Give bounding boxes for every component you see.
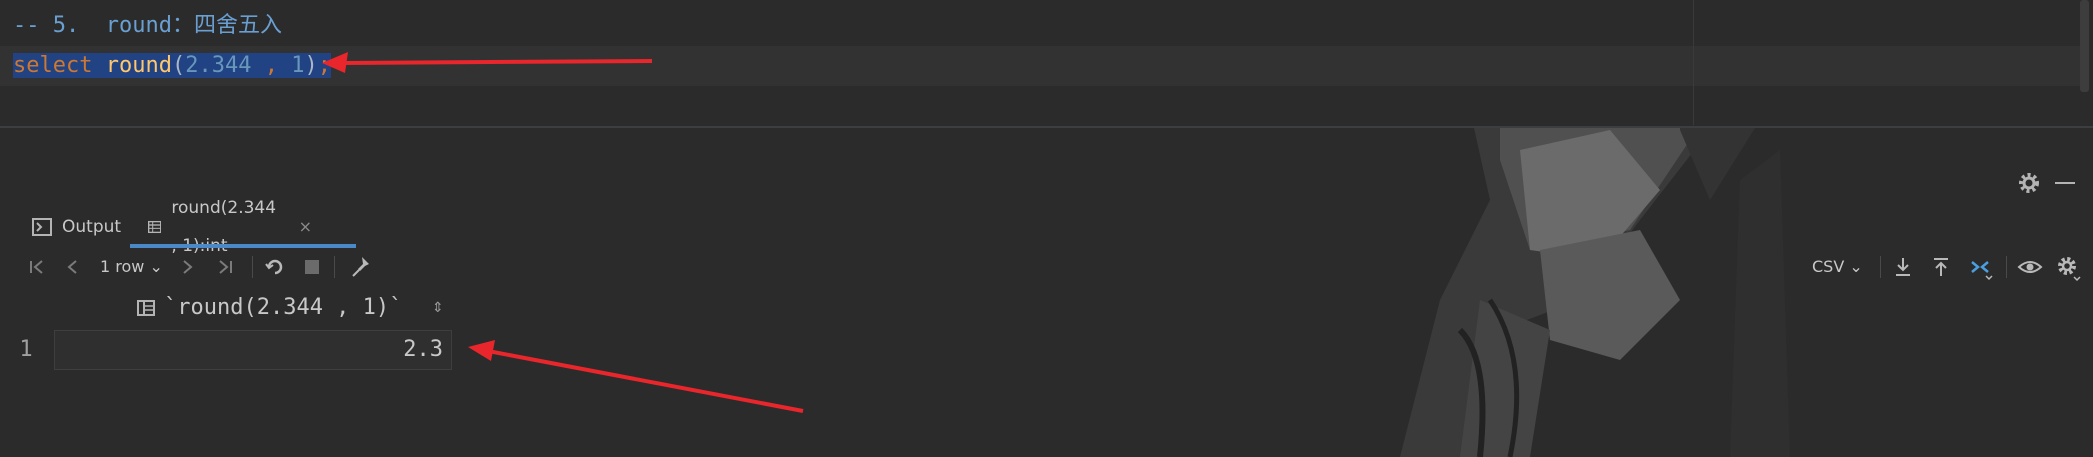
chevron-down-icon: ⌄ [149, 257, 163, 276]
gear-icon[interactable] [2054, 250, 2082, 284]
semicolon: ; [317, 53, 331, 78]
selected-statement[interactable]: select round(2.344 , 1); [13, 53, 331, 78]
tab-output-label: Output [62, 217, 122, 237]
gear-icon[interactable] [2017, 171, 2041, 195]
editor-line-1[interactable]: -- 5. round：四舍五入 [13, 6, 282, 46]
toolbar-separator [2006, 256, 2007, 278]
editor-line-2[interactable]: select round(2.344 , 1); [13, 46, 331, 86]
editor-scrollbar[interactable] [2080, 0, 2089, 92]
export-format-label: CSV [1812, 257, 1845, 276]
close-icon[interactable]: × [299, 208, 312, 246]
sort-icon[interactable]: ⇕ [432, 288, 444, 328]
column-header-label: `round(2.344 , 1)` [164, 295, 403, 320]
sql-editor[interactable]: -- 5. round：四舍五入 select round(2.344 , 1)… [0, 0, 2093, 128]
right-margin-guide [1693, 0, 1694, 125]
arrowhead-2 [468, 340, 495, 361]
column-header[interactable]: `round(2.344 , 1)` ⇕ [54, 288, 452, 328]
column-icon [137, 300, 155, 316]
services-panel-header [0, 165, 2093, 201]
result-value: 2.3 [403, 337, 443, 362]
arg-digits: 1 [291, 53, 305, 78]
refresh-icon[interactable] [264, 250, 286, 284]
comment-keyword: round [105, 13, 172, 38]
result-toolbar: 1 row ⌄ CSV ⌄ [0, 250, 2093, 284]
first-page-icon[interactable] [26, 250, 48, 284]
tab-result[interactable]: round(2.344 , 1):int × [148, 198, 312, 256]
select-keyword: select [13, 53, 93, 78]
last-page-icon[interactable] [214, 250, 236, 284]
toolbar-separator [252, 256, 253, 278]
download-icon[interactable] [1892, 250, 1914, 284]
arg-comma: , [251, 53, 292, 78]
chevron-down-icon: ⌄ [1849, 257, 1863, 276]
arg-number: 2.344 [185, 53, 252, 78]
row-number: 1 [19, 337, 33, 362]
pin-icon[interactable] [350, 250, 372, 284]
active-tab-indicator [130, 244, 356, 248]
comment-prefix: -- 5. [13, 13, 106, 38]
toolbar-separator [1880, 256, 1881, 278]
table-icon [148, 220, 162, 234]
rows-selector[interactable]: 1 row ⌄ [100, 250, 163, 284]
stop-icon[interactable] [302, 250, 322, 284]
upload-icon[interactable] [1930, 250, 1952, 284]
eye-icon[interactable] [2016, 250, 2044, 284]
editor-divider [0, 126, 2093, 128]
table-row[interactable]: 1 2.3 [0, 330, 454, 370]
toolbar-separator [334, 256, 335, 278]
open-paren: ( [171, 53, 186, 78]
prev-page-icon[interactable] [64, 250, 82, 284]
minimize-icon[interactable] [2055, 182, 2075, 184]
comment-text: ：四舍五入 [171, 13, 282, 38]
console-icon [32, 218, 52, 236]
round-function: round [105, 53, 172, 78]
close-paren: ) [304, 53, 318, 78]
next-page-icon[interactable] [178, 250, 196, 284]
tab-output[interactable]: Output [32, 208, 121, 246]
compare-icon[interactable] [1968, 250, 1994, 284]
result-cell[interactable]: 2.3 [54, 330, 452, 370]
rows-label: 1 row [100, 257, 145, 276]
export-format-selector[interactable]: CSV ⌄ [1812, 250, 1863, 284]
arrow-line-2 [487, 349, 804, 413]
